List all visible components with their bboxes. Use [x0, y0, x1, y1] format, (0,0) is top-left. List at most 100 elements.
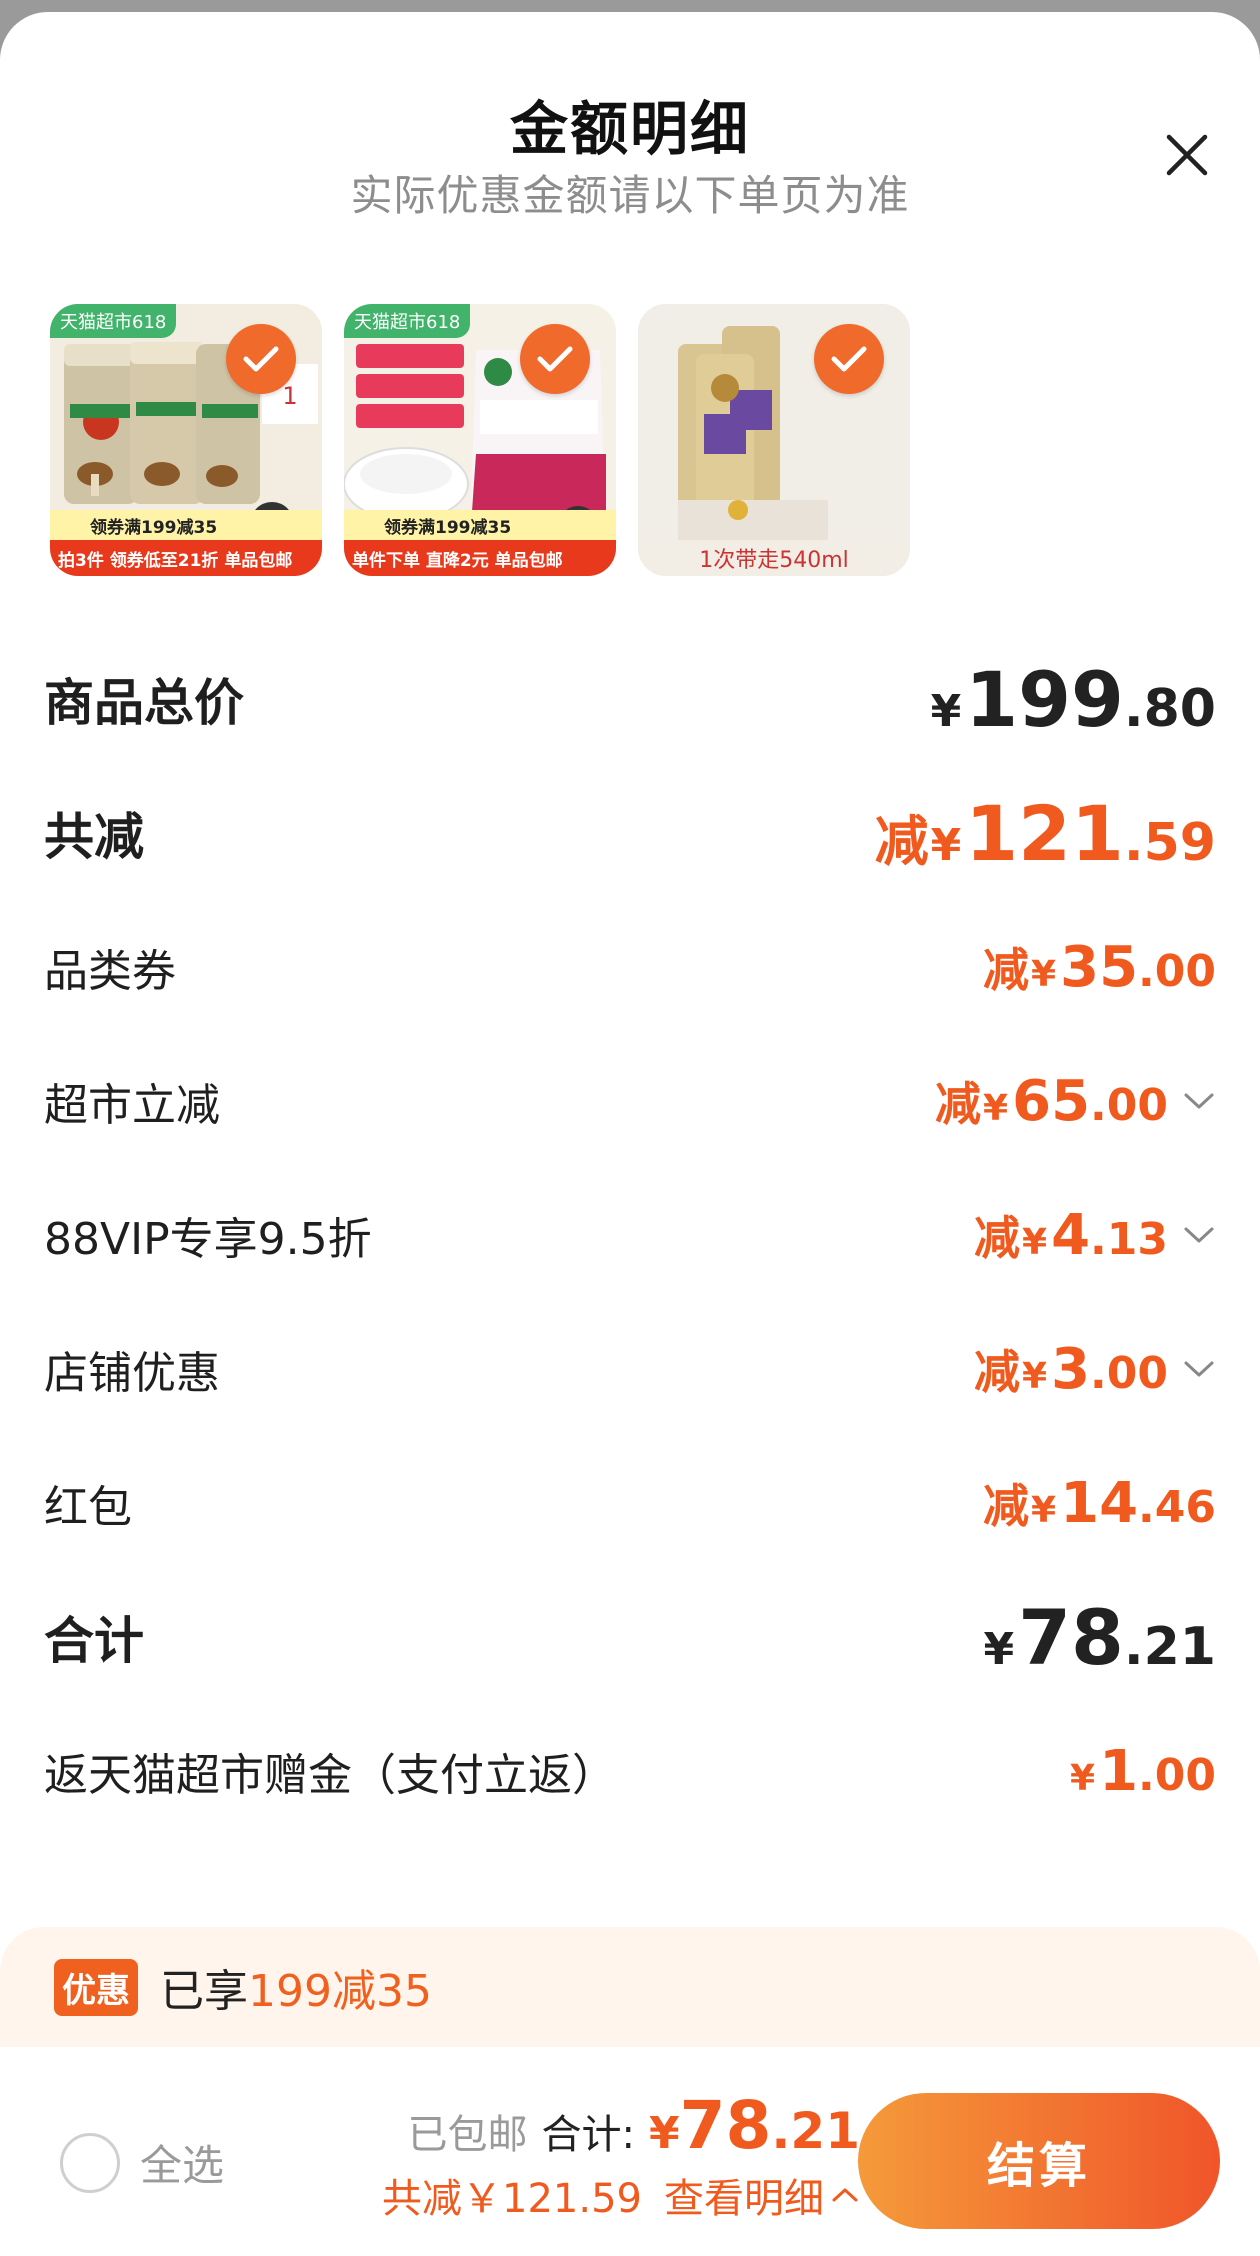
promo-bar: 优惠 已享199减35: [0, 1927, 1260, 2047]
amount-decimal: .00: [1138, 1749, 1216, 1801]
product-thumb-1[interactable]: 1 天猫超市618 领券满199减35 拍3件 领券低至21折 单品包邮: [50, 304, 322, 576]
row-store-discount[interactable]: 店铺优惠 减 ¥ 3 .00: [0, 1302, 1260, 1436]
row-amount: ¥ 199 .80: [931, 655, 1216, 744]
yen-sign: ¥: [983, 1623, 1015, 1675]
row-label: 返天猫超市赠金（支付立返）: [44, 1750, 616, 1801]
amount-decimal: .13: [1090, 1214, 1168, 1265]
saved-amount: 共减￥121.59: [382, 2176, 642, 2222]
total-yen: ¥: [648, 2108, 680, 2159]
checkout-footer: 全选 已包邮 合计: ¥ 78 .21 共减￥121.59 查看明细 结算: [0, 2047, 1260, 2256]
sheet-subtitle: 实际优惠金额请以下单页为准: [350, 171, 910, 220]
amount-decimal: .46: [1138, 1482, 1216, 1533]
minus-prefix: 减: [983, 1479, 1030, 1533]
row-label: 超市立减: [44, 1080, 220, 1131]
promo-text: 已享199减35: [160, 1955, 432, 2019]
amount-integer: 78: [1018, 1592, 1124, 1682]
minus-prefix: 减: [874, 809, 929, 873]
amount-decimal: .00: [1090, 1348, 1168, 1399]
total-label: 合计:: [541, 2112, 635, 2158]
yen-sign: ¥: [1070, 1757, 1096, 1799]
row-label: 88VIP专享9.5折: [44, 1214, 372, 1265]
yen-sign: ¥: [930, 685, 962, 737]
select-all-radio[interactable]: [60, 2132, 120, 2193]
product-promo-strip: 领券满199减35: [344, 510, 616, 540]
yen-sign: ¥: [983, 1088, 1009, 1129]
row-label: 品类券: [44, 946, 176, 997]
row-label: 共减: [44, 808, 144, 866]
promo-badge: 优惠: [54, 1958, 138, 2016]
tmall-618-badge: 天猫超市618: [50, 304, 177, 338]
product-thumb-3[interactable]: 1次带走540ml: [638, 304, 910, 576]
chevron-down-icon[interactable]: [1182, 1224, 1216, 1246]
minus-prefix: 减: [974, 1345, 1021, 1399]
amount-integer: 65: [1012, 1069, 1091, 1134]
row-amount: 减 ¥ 65 .00: [935, 1068, 1216, 1134]
selected-check-icon[interactable]: [520, 324, 590, 394]
amount-integer: 14: [1060, 1471, 1139, 1536]
amount-decimal: .21: [1123, 1616, 1216, 1677]
total-decimal: .21: [771, 2102, 860, 2160]
product-thumb-2[interactable]: 天猫超市618 领券满199减35 单件下单 直降2元 单品包邮: [344, 304, 616, 576]
select-all-label: 全选: [140, 2141, 225, 2190]
free-shipping-label: 已包邮: [407, 2112, 528, 2158]
row-amount: ¥ 78 .21: [983, 1593, 1216, 1682]
amount-integer: 121: [965, 788, 1124, 878]
row-total-price: 商品总价 ¥ 199 .80: [0, 632, 1260, 766]
amount-detail-sheet: 金额明细 实际优惠金额请以下单页为准 1 天猫超市618 领券满199减35 拍…: [0, 12, 1260, 2256]
row-88vip-discount[interactable]: 88VIP专享9.5折 减 ¥ 4 .13: [0, 1168, 1260, 1302]
amount-rows: 商品总价 ¥ 199 .80 共减 减 ¥ 121 .59 品类券 减 ¥ 35: [0, 632, 1260, 1838]
row-label: 商品总价: [44, 674, 244, 732]
row-label: 店铺优惠: [44, 1348, 220, 1399]
row-amount: 减 ¥ 35 .00: [983, 934, 1216, 1000]
yen-sign: ¥: [1022, 1356, 1048, 1397]
row-label: 合计: [44, 1612, 144, 1670]
view-detail-link[interactable]: 查看明细: [664, 2166, 860, 2224]
amount-decimal: .00: [1138, 946, 1216, 997]
select-all-toggle[interactable]: 全选: [60, 2132, 224, 2193]
yen-sign: ¥: [930, 819, 962, 871]
minus-prefix: 减: [974, 1211, 1021, 1265]
product-banner: 1次带走540ml: [638, 540, 910, 576]
svg-text:1: 1: [282, 382, 297, 410]
row-amount: 减 ¥ 3 .00: [974, 1336, 1216, 1402]
promo-prefix: 已享: [160, 1966, 248, 2017]
amount-decimal: .59: [1123, 812, 1216, 873]
row-supermarket-discount[interactable]: 超市立减 减 ¥ 65 .00: [0, 1034, 1260, 1168]
promo-highlight: 199减35: [248, 1966, 432, 2017]
chevron-down-icon[interactable]: [1182, 1090, 1216, 1112]
product-promo-strip: 领券满199减35: [50, 510, 322, 540]
yen-sign: ¥: [1031, 954, 1057, 995]
tmall-618-badge: 天猫超市618: [344, 304, 471, 338]
selected-check-icon[interactable]: [226, 324, 296, 394]
product-banner: 单件下单 直降2元 单品包邮: [344, 540, 616, 576]
close-button[interactable]: [1152, 120, 1222, 190]
selected-check-icon[interactable]: [814, 324, 884, 394]
amount-decimal: .00: [1090, 1080, 1168, 1131]
row-grand-total: 合计 ¥ 78 .21: [0, 1570, 1260, 1704]
row-total-discount: 共减 减 ¥ 121 .59: [0, 766, 1260, 900]
chevron-down-icon[interactable]: [1182, 1358, 1216, 1380]
amount-integer: 1: [1099, 1738, 1139, 1804]
yen-sign: ¥: [1022, 1222, 1048, 1263]
view-detail-label: 查看明细: [664, 2176, 824, 2222]
row-amount: ¥ 1 .00: [1070, 1739, 1216, 1804]
amount-decimal: .80: [1123, 678, 1216, 739]
amount-integer: 35: [1060, 935, 1139, 1000]
row-label: 红包: [44, 1482, 132, 1533]
minus-prefix: 减: [935, 1077, 982, 1131]
sheet-title: 金额明细: [509, 95, 750, 163]
close-icon: [1166, 134, 1208, 176]
row-amount: 减 ¥ 121 .59: [875, 789, 1216, 878]
amount-integer: 199: [965, 654, 1124, 744]
product-banner: 拍3件 领券低至21折 单品包邮: [50, 540, 322, 576]
product-thumbnails: 1 天猫超市618 领券满199减35 拍3件 领券低至21折 单品包邮 天猫超…: [50, 304, 910, 576]
amount-integer: 3: [1051, 1337, 1091, 1402]
row-cashback: 返天猫超市赠金（支付立返） ¥ 1 .00: [0, 1704, 1260, 1838]
checkout-button[interactable]: 结算: [858, 2093, 1220, 2229]
row-red-packet: 红包 减 ¥ 14 .46: [0, 1436, 1260, 1570]
row-amount: 减 ¥ 4 .13: [974, 1202, 1216, 1268]
footer-totals: 已包邮 合计: ¥ 78 .21 共减￥121.59 查看明细: [382, 2087, 860, 2224]
chevron-up-icon: [832, 2188, 858, 2202]
row-category-coupon: 品类券 减 ¥ 35 .00: [0, 900, 1260, 1034]
yen-sign: ¥: [1031, 1490, 1057, 1531]
